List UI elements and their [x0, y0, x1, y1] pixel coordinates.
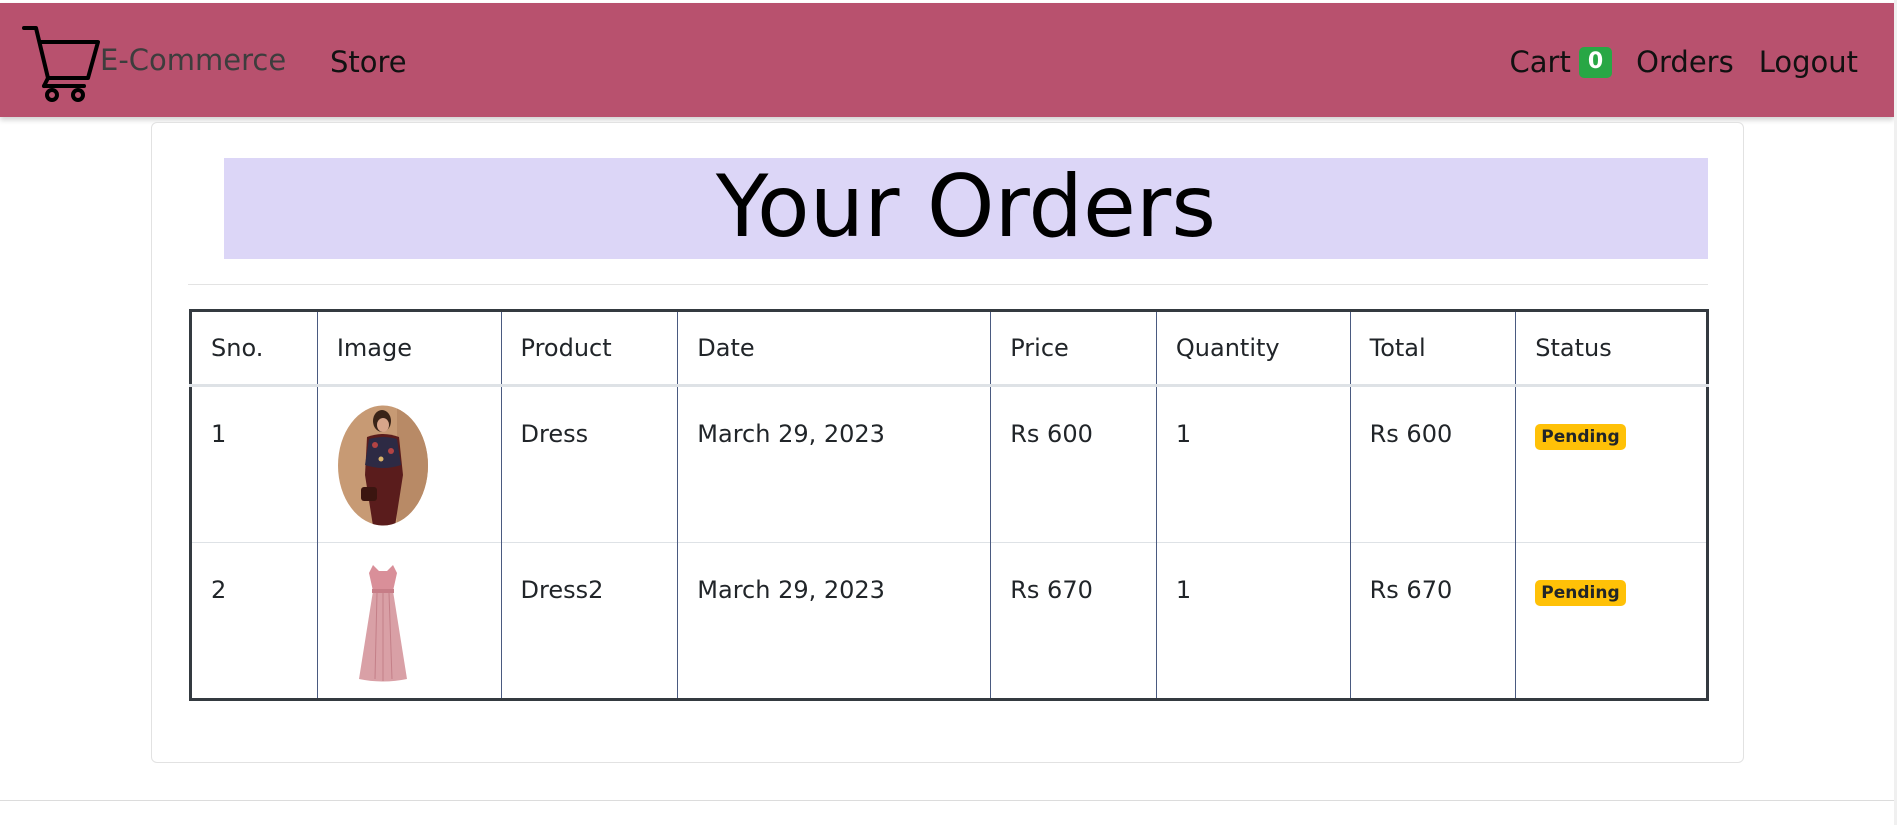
table-header-row: Sno. Image Product Date Price Quantity T… [190, 310, 1708, 387]
header-quantity: Quantity [1155, 310, 1351, 387]
header-status: Status [1515, 310, 1708, 387]
cell-quantity: 1 [1155, 385, 1351, 543]
navbar: E-Commerce Store Cart 0 Orders Logout [0, 3, 1894, 117]
header-image: Image [316, 310, 502, 387]
nav-orders-link[interactable]: Orders [1636, 45, 1734, 79]
cell-price: Rs 670 [990, 542, 1157, 700]
cell-status: Pending [1515, 542, 1708, 700]
orders-card: Your Orders Sno. Image Product Date Pric… [151, 122, 1744, 763]
header-date: Date [677, 310, 992, 387]
header-product: Product [500, 310, 679, 387]
product-image-dress [337, 405, 428, 526]
header-sno: Sno. [190, 310, 318, 387]
footer-divider [0, 800, 1897, 801]
nav-cart-link[interactable]: Cart 0 [1510, 45, 1613, 79]
header-total: Total [1349, 310, 1517, 387]
cell-date: March 29, 2023 [677, 385, 992, 543]
cell-product: Dress [500, 385, 679, 543]
orders-table: Sno. Image Product Date Price Quantity T… [189, 309, 1709, 701]
product-image-gown [336, 561, 429, 682]
page-title-banner: Your Orders [224, 158, 1708, 259]
cart-label: Cart [1509, 45, 1571, 79]
cell-image [316, 385, 502, 543]
page-title: Your Orders [715, 156, 1217, 257]
cell-sno: 2 [190, 542, 318, 700]
header-price: Price [990, 310, 1157, 387]
nav-store-link[interactable]: Store [330, 45, 407, 79]
nav-right-links: Cart 0 Orders Logout [1510, 45, 1858, 79]
cart-count-badge: 0 [1578, 46, 1613, 78]
status-badge: Pending [1535, 580, 1626, 606]
brand-link[interactable]: E-Commerce [22, 23, 286, 103]
nav-logout-link[interactable]: Logout [1759, 45, 1858, 79]
cell-sno: 1 [190, 385, 318, 543]
table-row: 1 Dress March 29, 2023 Rs 600 1 Rs 600 P… [190, 385, 1708, 543]
shopping-cart-icon [22, 26, 100, 102]
table-row: 2 Dress2 March 29, 2023 Rs 670 1 Rs 670 [190, 542, 1708, 700]
cell-total: Rs 600 [1349, 385, 1517, 543]
cell-date: March 29, 2023 [677, 542, 992, 700]
divider [188, 284, 1708, 285]
cell-status: Pending [1515, 385, 1708, 543]
brand-name: E-Commerce [100, 43, 287, 77]
cell-image [316, 542, 502, 700]
cell-price: Rs 600 [990, 385, 1157, 543]
cell-product: Dress2 [500, 542, 679, 700]
status-badge: Pending [1535, 424, 1626, 450]
cell-total: Rs 670 [1349, 542, 1517, 700]
cell-quantity: 1 [1155, 542, 1351, 700]
